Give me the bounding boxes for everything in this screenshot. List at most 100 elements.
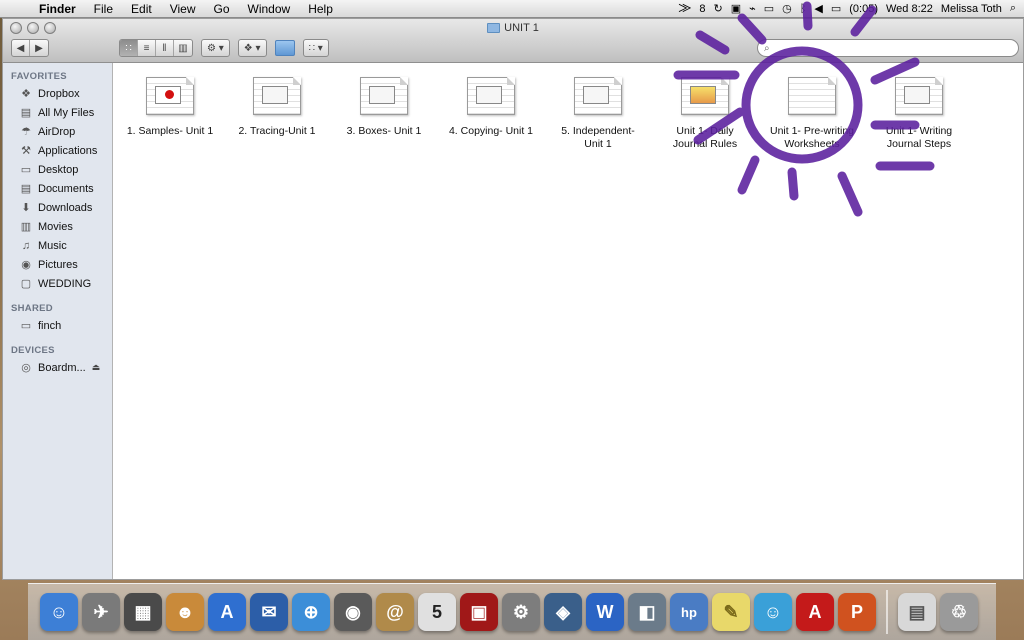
photo-booth-icon[interactable]: ☻ [166,593,204,631]
view-switcher: ∷ ≡ ‖ ▥ [119,39,193,57]
mail-icon[interactable]: ✉ [250,593,288,631]
sidebar-item-dropbox[interactable]: ❖ Dropbox [3,84,112,103]
forward-button[interactable]: ▶ [30,40,48,56]
action-button[interactable]: ⚙ ▾ [201,39,230,57]
calendar-icon[interactable]: 5 [418,593,456,631]
file-label: Unit 1- Daily [676,125,734,137]
preview-icon[interactable]: ◧ [628,593,666,631]
all-files-icon: ▤ [20,107,32,119]
stickies-icon[interactable]: ✎ [712,593,750,631]
safari-icon[interactable]: ⊕ [292,593,330,631]
acrobat-icon[interactable]: A [796,593,834,631]
file-item[interactable]: 2. Tracing-Unit 1 [221,77,333,138]
messenger-icon[interactable]: ☺ [754,593,792,631]
file-browser: 1. Samples- Unit 1 2. Tracing-Unit 1 3. … [114,63,1023,579]
sidebar-item-movies[interactable]: ▥ Movies [3,217,112,236]
facetime-icon[interactable]: ◉ [334,593,372,631]
file-item[interactable]: Unit 1- Daily Journal Rules [649,77,761,151]
menu-view[interactable]: View [161,2,205,16]
dropbox-icon: ❖ [243,42,253,54]
menu-app-name[interactable]: Finder [30,2,85,16]
trash-icon[interactable]: ♲ [940,593,978,631]
list-view-button[interactable]: ≡ [138,40,156,56]
document-icon [895,77,943,115]
user-name[interactable]: Melissa Toth [941,3,1002,15]
hp-utility-icon[interactable]: hp [670,593,708,631]
menu-file[interactable]: File [85,2,122,16]
back-button[interactable]: ◀ [12,40,30,56]
file-item[interactable]: Unit 1- Writing Journal Steps [863,77,975,151]
file-label: 4. Copying- Unit 1 [448,125,534,137]
sidebar-item-desktop[interactable]: ▭ Desktop [3,160,112,179]
wifi-icon[interactable]: ⌁ [749,1,756,17]
app-store-icon[interactable]: A [208,593,246,631]
powerpoint-icon[interactable]: P [838,593,876,631]
coverflow-view-button[interactable]: ▥ [174,40,192,56]
mission-control-icon[interactable]: ▦ [124,593,162,631]
desktop-icon: ▭ [20,164,32,176]
file-item[interactable]: 4. Copying- Unit 1 [435,77,547,138]
titlebar: UNIT 1 ◀ ▶ ∷ ≡ ‖ ▥ ⚙ ▾ ❖ ▾ ∷ ▾ ⌕ [3,19,1023,63]
dock: ☺ ✈ ▦ ☻ A ✉ ⊕ ◉ @ 5 ▣ ⚙ ◈ W ◧ hp ✎ ☺ A P… [28,583,996,640]
gear-icon: ⚙ [207,42,216,54]
document-icon [788,77,836,115]
adobe-icon[interactable]: ⨠ [679,1,692,17]
photo-app-icon[interactable]: ▣ [460,593,498,631]
pictures-icon: ◉ [21,259,31,271]
sidebar-item-applications[interactable]: ⚒ Applications [3,141,112,160]
sidebar-item-music[interactable]: ♫ Music [3,236,112,255]
search-input[interactable]: ⌕ [757,39,1019,57]
file-item[interactable]: 5. Independent- Unit 1 [542,77,654,151]
file-label: 1. Samples- Unit 1 [126,125,214,137]
launchpad-icon[interactable]: ✈ [82,593,120,631]
sidebar-item-all-my-files[interactable]: ▤ All My Files [3,103,112,122]
bluetooth-icon[interactable]: ᛒ [800,1,807,17]
sidebar-item-finch[interactable]: ▭ finch [3,316,112,335]
address-book-icon[interactable]: @ [376,593,414,631]
file-item[interactable]: 1. Samples- Unit 1 [114,77,226,138]
document-icon [574,77,622,115]
sidebar-item-downloads[interactable]: ⬇ Downloads [3,198,112,217]
sidebar-item-documents[interactable]: ▤ Documents [3,179,112,198]
time-machine-icon[interactable]: ◷ [782,1,792,17]
menu-help[interactable]: Help [299,2,342,16]
sidebar-item-wedding[interactable]: ▢ WEDDING [3,274,112,293]
sync-icon[interactable]: ↻ [714,1,723,17]
dropbox-button[interactable]: ❖ ▾ [237,39,267,57]
clock[interactable]: Wed 8:22 [886,3,933,15]
finder-icon[interactable]: ☺ [40,593,78,631]
battery-time: (0:05) [849,2,878,15]
system-preferences-icon[interactable]: ⚙ [502,593,540,631]
folder-icon[interactable] [274,40,295,56]
sidebar-header-favorites: FAVORITES [11,71,67,82]
document-icon [681,77,729,115]
disk-icon: ◎ [21,362,31,374]
display-icon[interactable]: ▭ [764,1,774,17]
column-view-button[interactable]: ‖ [156,40,174,56]
eject-icon[interactable]: ⏏ [92,362,101,373]
folder-icon [487,23,501,33]
sidebar-item-airdrop[interactable]: ☂ AirDrop [3,122,112,141]
word-icon[interactable]: W [586,593,624,631]
status-area: ⨠ 8 ↻ ▣ ⌁ ▭ ◷ ᛒ ◀ ▭ (0:05) Wed 8:22 Meli… [679,1,1024,17]
iphoto-icon[interactable]: ◈ [544,593,582,631]
icon-view-button[interactable]: ∷ [120,40,138,56]
file-item[interactable]: Unit 1- Pre-writing Worksheets [756,77,868,151]
menu-window[interactable]: Window [239,2,300,16]
folder-icon: ▢ [20,278,32,290]
sidebar-item-pictures[interactable]: ◉ Pictures [3,255,112,274]
downloads-stack-icon[interactable]: ▤ [898,593,936,631]
movies-icon: ▥ [20,221,32,233]
menu-edit[interactable]: Edit [122,2,161,16]
file-item[interactable]: 3. Boxes- Unit 1 [328,77,440,138]
contact-icon[interactable]: ▣ [731,1,741,17]
arrange-button[interactable]: ∷ ▾ [302,39,329,57]
sidebar-item-label: All My Files [38,106,95,119]
menu-go[interactable]: Go [205,2,239,16]
volume-icon[interactable]: ◀ [814,1,822,17]
spotlight-icon[interactable]: ⌕ [1010,1,1016,17]
file-label: 5. Independent- [561,125,635,137]
sidebar-item-boardmaker[interactable]: ◎ Boardm... ⏏ [3,358,112,377]
sidebar-item-label: Dropbox [38,87,80,100]
battery-icon[interactable]: ▭ [831,1,841,17]
